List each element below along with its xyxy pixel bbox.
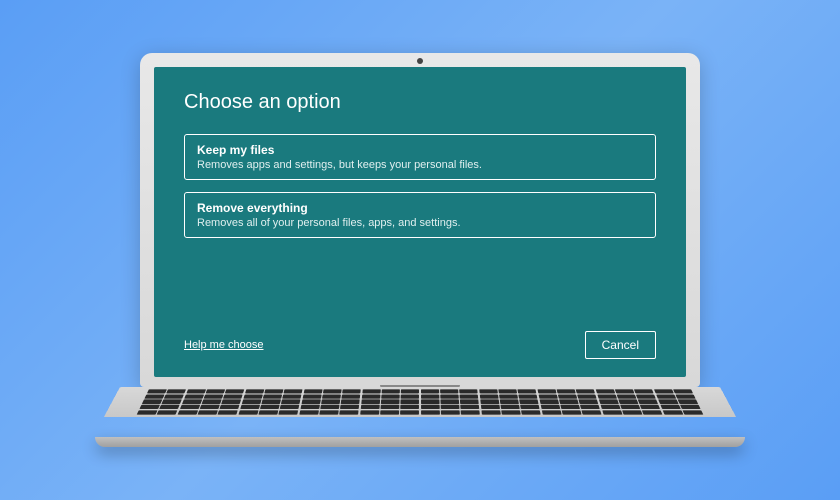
- option-description: Removes all of your personal files, apps…: [197, 217, 643, 229]
- keyboard: [104, 387, 736, 417]
- laptop-frame: Choose an option Keep my files Removes a…: [140, 53, 700, 447]
- cancel-button[interactable]: Cancel: [585, 331, 656, 359]
- laptop-base: [95, 437, 745, 447]
- option-title: Remove everything: [197, 201, 643, 215]
- option-remove-everything[interactable]: Remove everything Removes all of your pe…: [184, 192, 656, 238]
- option-keep-my-files[interactable]: Keep my files Removes apps and settings,…: [184, 134, 656, 180]
- help-link[interactable]: Help me choose: [184, 339, 264, 351]
- dialog-footer: Help me choose Cancel: [184, 331, 656, 359]
- webcam-icon: [417, 58, 423, 64]
- option-description: Removes apps and settings, but keeps you…: [197, 159, 643, 171]
- reset-dialog-screen: Choose an option Keep my files Removes a…: [154, 67, 686, 377]
- dialog-title: Choose an option: [184, 91, 656, 114]
- screen-bezel: Choose an option Keep my files Removes a…: [140, 53, 700, 387]
- option-title: Keep my files: [197, 143, 643, 157]
